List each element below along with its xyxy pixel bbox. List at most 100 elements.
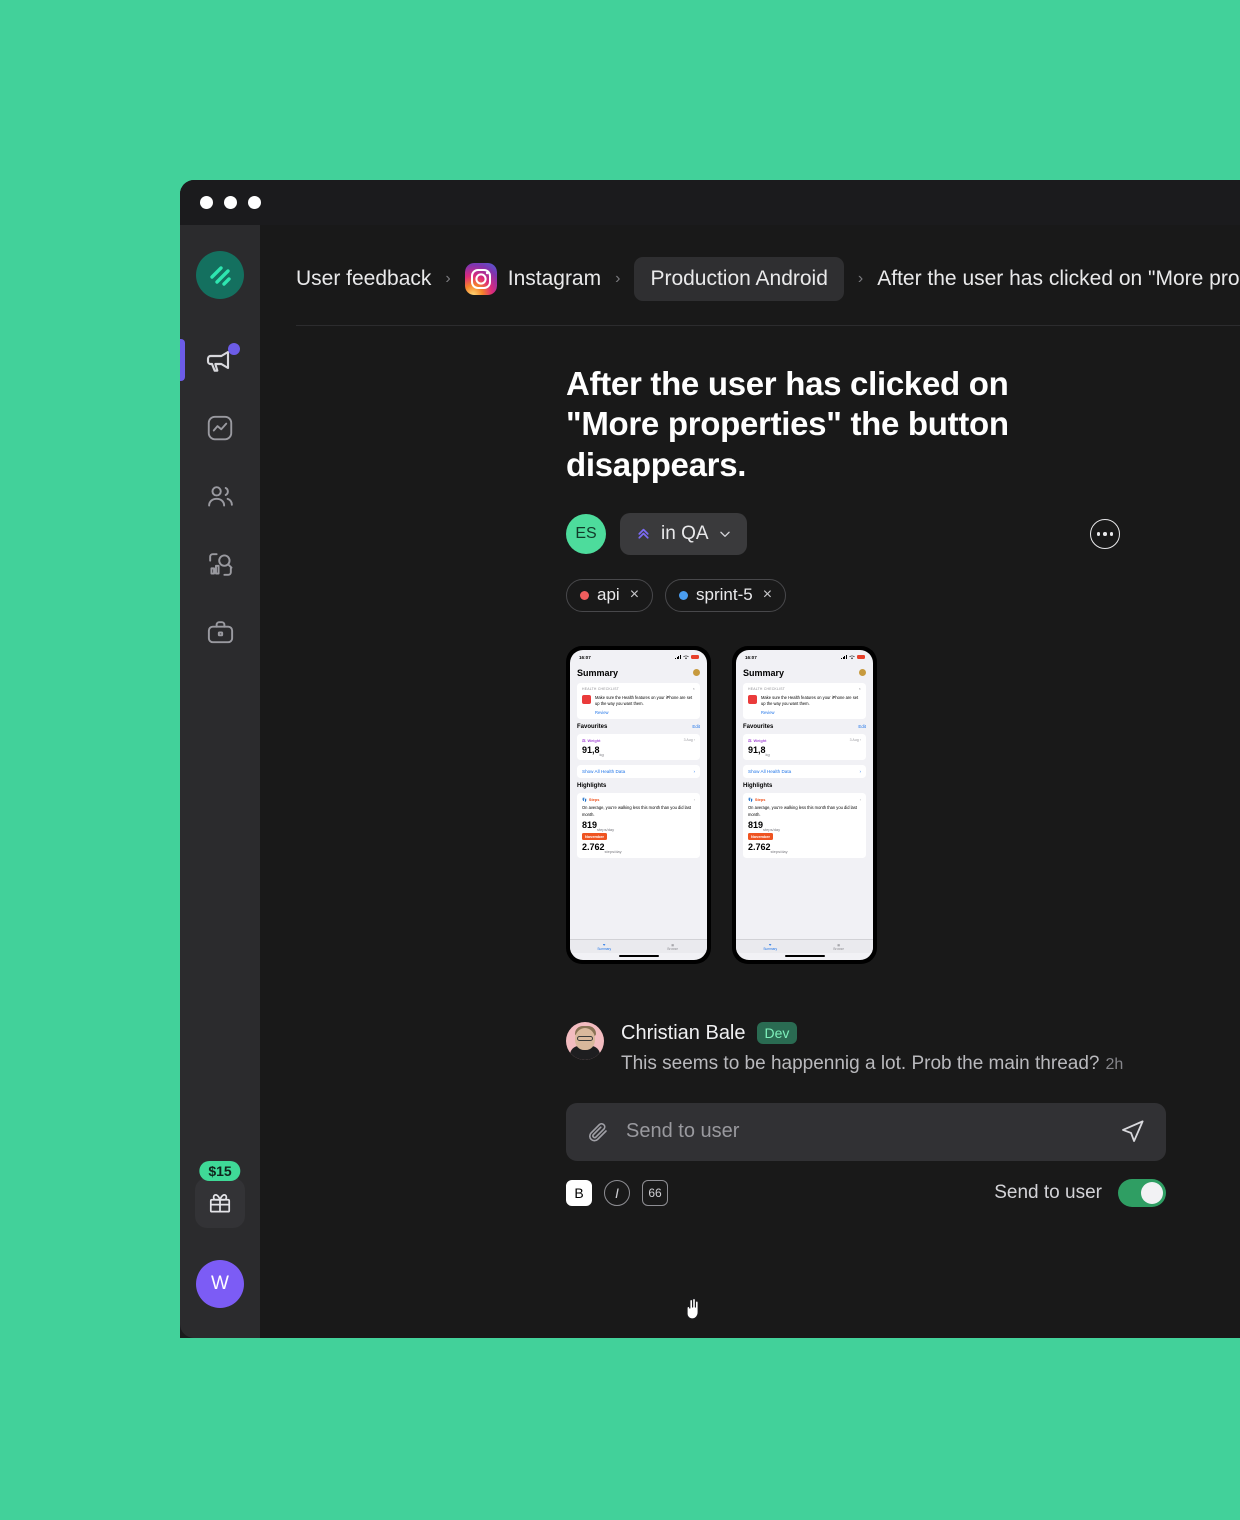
comment: Christian Bale Dev This seems to be happ… [566,1021,1240,1075]
sidebar-item-feedback[interactable] [180,337,260,383]
attachment-thumbnail[interactable]: 16:07 Summary HEALTH CHECKLIST × Make su… [566,645,711,964]
app-window: $15 W User feedback › Instagram › Produc… [180,180,1240,1338]
home-indicator [618,955,659,957]
highlights-header: Highlights [743,783,866,789]
health-checklist-card: HEALTH CHECKLIST × Make sure the Health … [743,682,866,719]
phone-tabbar: ❤ Summary ▦ Browse [736,939,873,954]
notification-badge [228,343,240,355]
profile-avatar-icon [859,669,866,677]
tab-summary: ❤ Summary [763,943,778,952]
summary-heading: Summary [743,667,785,678]
weight-label: ⚖ Weight [582,737,601,743]
breadcrumb-item-production-android[interactable]: Production Android [634,257,844,301]
send-icon[interactable] [1119,1118,1146,1145]
app-logo[interactable] [196,251,244,299]
tag-remove-icon[interactable]: × [630,586,639,604]
tab-summary: ❤ Summary [597,943,612,952]
signal-icon [674,655,681,660]
send-to-user-toggle[interactable] [1118,1178,1166,1207]
tag-remove-icon[interactable]: × [763,586,772,604]
tag-list: api × sprint-5 × [566,578,1240,612]
italic-button[interactable]: I [604,1179,630,1206]
sidebar-nav [180,337,260,655]
month-badge: November [748,833,774,841]
phone-app-title: Summary [577,668,700,678]
breadcrumb-item-user-feedback[interactable]: User feedback [296,267,431,291]
edit-link: Edit [858,723,866,729]
health-checklist-card: HEALTH CHECKLIST × Make sure the Health … [577,682,700,719]
maximize-dot[interactable] [248,196,261,209]
highlights-header: Highlights [577,783,700,789]
close-dot[interactable] [200,196,213,209]
highlights-label: Highlights [743,783,773,790]
wifi-icon [683,655,689,659]
favourites-label: Favourites [577,723,608,730]
steps-label: 👣 Steps [582,797,600,803]
assignee-avatar[interactable]: ES [566,513,606,554]
health-app-icon [748,694,757,704]
sidebar-item-insights[interactable] [180,541,260,587]
sidebar-item-trends[interactable] [180,405,260,451]
tab-browse: ▦ Browse [667,943,679,952]
weight-value: 91,8kg [582,744,604,757]
gift-button[interactable] [195,1178,245,1228]
active-indicator [180,339,185,381]
trend-icon [207,415,233,441]
message-composer[interactable] [566,1102,1166,1161]
signal-icon [840,655,847,660]
attachment-list: 16:07 Summary HEALTH CHECKLIST × Make su… [566,645,1240,964]
favourites-header: Favourites Edit [577,724,700,730]
window-titlebar [180,180,1240,225]
breadcrumb: User feedback › Instagram › Production A… [260,225,1240,301]
chevron-up-double-icon [638,529,649,539]
checklist-header: HEALTH CHECKLIST [748,686,786,691]
highlights-label: Highlights [577,783,607,790]
profile-avatar-icon [693,669,700,677]
status-label: in QA [661,522,709,544]
message-input[interactable] [626,1120,1103,1144]
weight-card: ⚖ Weight 3 Aug › 91,8kg [743,733,866,761]
show-all-label: Show All Health Data [748,769,792,775]
battery-icon [857,655,865,660]
wifi-icon [849,655,855,659]
tag-api[interactable]: api × [566,578,654,612]
attachment-thumbnail[interactable]: 16:07 Summary HEALTH CHECKLIST × Make su… [732,645,877,964]
phone-app-title: Summary [743,668,866,678]
issue-meta-row: ES in QA [566,512,1240,555]
sidebar-item-users[interactable] [180,473,260,519]
steps-highlight-card: 👣 Steps › On average, you’re walking les… [577,793,700,859]
tag-color-dot [679,590,689,600]
phone-status-bar: 16:07 [570,650,707,662]
minimize-dot[interactable] [224,196,237,209]
more-options-button[interactable] [1090,518,1120,549]
paperclip-icon[interactable] [586,1120,610,1144]
sidebar-item-projects[interactable] [180,609,260,655]
comment-text: This seems to be happennig a lot. Prob t… [621,1052,1100,1074]
breadcrumb-item-current[interactable]: After the user has clicked on "More pro [877,267,1239,291]
chevron-down-icon [719,531,730,537]
status-dropdown[interactable]: in QA [620,512,747,555]
main-content: User feedback › Instagram › Production A… [260,225,1240,1338]
summary-heading: Summary [577,667,619,678]
breadcrumb-item-instagram[interactable]: Instagram [464,263,601,295]
page-title: After the user has clicked on "More prop… [566,365,1009,483]
tag-sprint-5[interactable]: sprint-5 × [665,578,787,612]
gift-reward[interactable]: $15 [195,1161,245,1228]
comment-body: This seems to be happennig a lot. Prob t… [621,1053,1123,1075]
close-icon: × [692,686,695,691]
weight-value: 91,8kg [748,744,770,757]
breadcrumb-separator: › [445,270,451,287]
bold-button[interactable]: B [566,1179,592,1206]
status-time: 16:07 [745,654,757,660]
user-avatar[interactable]: W [196,1260,244,1308]
tag-color-dot [580,590,589,600]
quote-button[interactable]: 66 [642,1179,668,1206]
steps-value-1: 819steps/day [582,819,615,832]
users-icon [207,485,233,507]
comment-author: Christian Bale [621,1021,746,1044]
highlight-text: On average, you’re walking less this mon… [748,805,857,817]
favourites-label: Favourites [743,723,774,730]
checklist-text: Make sure the Health features on your iP… [595,694,693,706]
insights-icon [208,552,232,576]
show-all-label: Show All Health Data [582,769,626,775]
